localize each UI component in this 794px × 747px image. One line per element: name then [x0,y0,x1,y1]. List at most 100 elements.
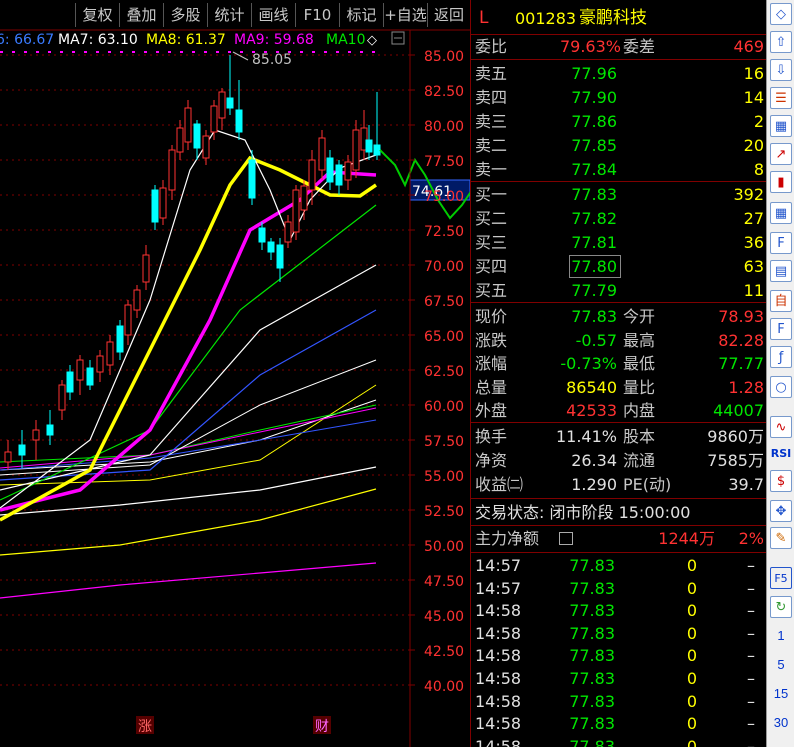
grid-icon[interactable]: ▦ [770,202,792,224]
event-marker[interactable]: 涨 [138,719,152,735]
quote-stat-row: 外盘 42533 内盘 44007 [471,399,767,422]
ma-legend-item: MA10 [326,32,365,48]
wave-icon[interactable]: ∿ [770,416,792,438]
trade-status-row: 交易状态: 闭市阶段 15:00:00 [471,501,767,524]
y-tick-label: 70.00 [424,259,464,275]
moving-average-line [0,419,377,471]
candle-body [258,227,266,243]
stat-label: 涨跌 [475,330,508,350]
period-15-button[interactable]: 15 [767,686,794,701]
stat-label: 内盘 [623,401,656,420]
pencil-icon[interactable]: ✎ [770,527,792,549]
fund-label: 股本 [623,427,656,446]
fund-label: PE(动) [623,475,672,494]
stat-value: 86540 [566,377,617,397]
home-icon[interactable]: ◇ [770,3,792,25]
self-select-icon[interactable]: 自 [770,290,792,312]
candle-body [284,221,292,243]
legend-toggle-icon[interactable]: ◇ [367,33,377,48]
period-1-button[interactable]: 1 [767,628,794,643]
ask-row: 卖四 77.90 14 [471,86,767,109]
bid-price: 77.83 [571,185,617,204]
event-marker[interactable]: 财 [315,719,329,735]
fund-label: 净资 [475,451,508,470]
candle-body [86,367,94,386]
tick-price: 77.83 [569,601,615,621]
y-tick-label: 50.00 [424,539,464,555]
main-force-menu-icon[interactable] [559,532,573,545]
tick-price: 77.83 [569,578,615,598]
tick-volume: 0 [686,736,697,747]
tick-volume: 0 [686,578,697,598]
moving-average-line [0,204,377,501]
circle-icon[interactable]: ○ [770,376,792,398]
ma-legend-item: MA9: 59.68 [234,32,314,48]
tick-direction: – [747,623,755,643]
candle-body [142,254,150,283]
period-5-button[interactable]: 5 [767,657,794,672]
moving-average-line [0,404,377,463]
stat-value: 1.28 [728,377,764,397]
candle-body [326,157,334,183]
arrow-down-icon[interactable]: ⇩ [770,59,792,81]
arrow-up-icon[interactable]: ⇧ [770,31,792,53]
stat-value: -0.57 [575,330,617,350]
tick-time: 14:58 [475,623,522,643]
tick-row: 14:57 77.83 0 – [471,554,767,577]
tick-volume: 0 [686,623,697,643]
fund-value: 11.41% [555,427,617,446]
weicha-value: 469 [733,37,764,56]
weibi-label: 委比 [475,37,508,56]
rsi-icon[interactable]: RSI [770,443,792,465]
f12-icon[interactable]: F [770,318,792,340]
ask-label: 卖二 [475,136,508,155]
bid-price: 77.81 [571,233,617,252]
fund-value: 1.290 [571,475,617,494]
tick-price: 77.83 [569,736,615,747]
candle-body [210,105,218,133]
table-icon[interactable]: ▦ [770,115,792,137]
ask-row: 卖二 77.85 20 [471,134,767,157]
stat-value: 78.93 [718,307,764,326]
ask-price: 77.85 [571,136,617,155]
ask-price: 77.84 [571,160,617,179]
stat-label: 涨幅 [475,354,508,373]
tick-time: 14:58 [475,736,522,747]
y-tick-label: 80.00 [424,119,464,135]
tick-volume: 0 [686,714,697,734]
ma-legend-item: MA8: 61.37 [146,32,226,48]
bid-volume: 11 [743,281,764,300]
f10-icon[interactable]: F [770,232,792,254]
stock-header: L 001283 豪鹏科技 [471,7,767,30]
candle-body [76,359,84,381]
dollar-icon[interactable]: $ [770,470,792,492]
max-pointer [232,51,249,61]
quote-stat-row: 涨跌 -0.57 最高 82.28 [471,329,767,352]
fundamental-row: 换手 11.41% 股本 9860万 [471,425,767,448]
tick-price: 77.83 [569,556,615,575]
trade-status: 交易状态: 闭市阶段 15:00:00 [475,503,691,522]
fundamental-row: 净资 26.34 流通 7585万 [471,449,767,472]
kline-chart[interactable]: 85.0574.61涨财 85.0082.5080.0077.5075.0072… [0,0,470,747]
news-icon[interactable]: ☰ [770,87,792,109]
period-30-button[interactable]: 30 [767,715,794,730]
move-icon[interactable]: ✥ [770,500,792,522]
candle-body [168,149,176,191]
stock-code: 001283 [515,9,577,28]
tick-row: 14:58 77.83 0 – [471,667,767,690]
tick-direction: – [747,646,755,666]
fund-label: 换手 [475,427,508,446]
formula-icon[interactable]: ƒ [770,346,792,368]
candle-icon[interactable]: ▮ [770,171,792,193]
f5-icon[interactable]: F5 [770,567,792,589]
tick-row: 14:58 77.83 0 – [471,599,767,622]
bid-label: 买一 [475,185,508,204]
refresh-icon[interactable]: ↻ [770,596,792,618]
document-icon[interactable]: ▤ [770,260,792,282]
line-chart-icon[interactable]: ↗ [770,143,792,165]
stat-value: -0.73% [560,354,617,373]
bid-row: 买二 77.82 27 [471,207,767,230]
candle-body [218,91,226,119]
tick-row: 14:58 77.83 0 – [471,735,767,747]
moving-average-line [0,264,377,491]
